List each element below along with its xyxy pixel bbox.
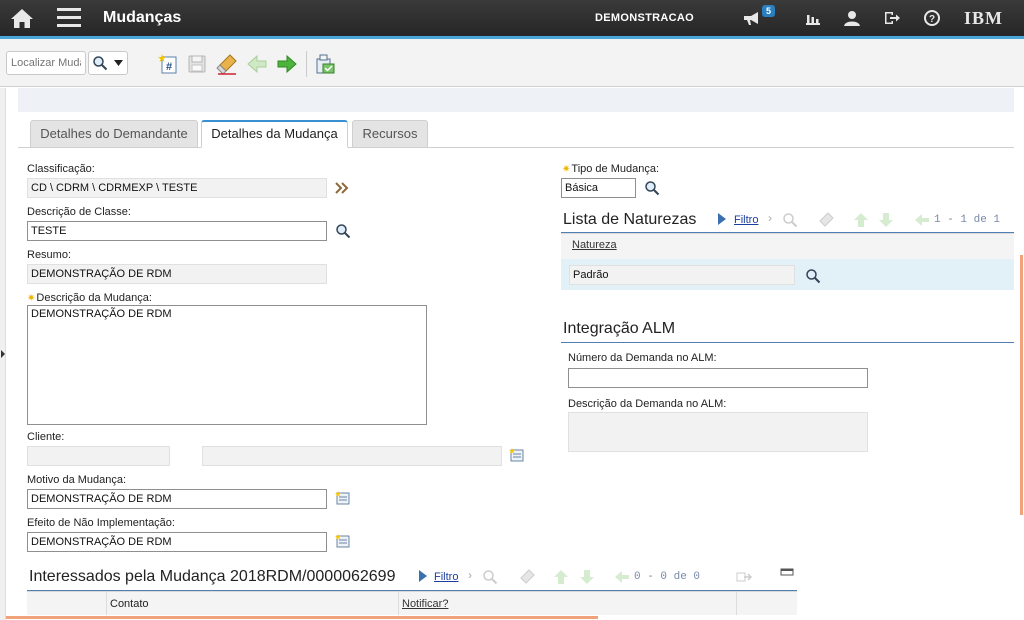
chevron-down-icon bbox=[114, 60, 123, 66]
required-star-icon: ✷ bbox=[27, 293, 36, 304]
tipo-mudanca-field[interactable]: Básica bbox=[561, 178, 636, 198]
motivo-field[interactable]: DEMONSTRAÇÃO DE RDM bbox=[27, 489, 327, 509]
naturezas-filter-link[interactable]: Filtro bbox=[734, 214, 758, 226]
descricao-classe-field[interactable]: TESTE bbox=[27, 221, 327, 241]
top-bar: Mudanças DEMONSTRACAO 5 ? IBM bbox=[0, 0, 1024, 39]
efeito-label: Efeito de Não Implementação: bbox=[27, 517, 175, 529]
horizontal-scroll-indicator[interactable] bbox=[6, 616, 598, 619]
column-divider bbox=[106, 591, 107, 615]
descricao-classe-label: Descrição de Classe: bbox=[27, 206, 131, 218]
svg-text:#: # bbox=[166, 61, 172, 73]
scrollbar-indicator[interactable] bbox=[1020, 255, 1023, 515]
descricao-mudanca-label-text: Descrição da Mudança: bbox=[36, 292, 152, 304]
filter-triangle-icon[interactable] bbox=[417, 569, 429, 583]
double-chevron-right-icon[interactable] bbox=[334, 180, 350, 196]
cliente-field bbox=[27, 446, 170, 466]
descricao-mudanca-label: ✷Descrição da Mudança: bbox=[27, 292, 152, 304]
find-change-input[interactable] bbox=[6, 51, 86, 75]
download-icon[interactable] bbox=[736, 569, 752, 585]
interessados-title: Interessados pela Mudança 2018RDM/000006… bbox=[29, 568, 396, 585]
alm-descricao-label: Descrição da Demanda no ALM: bbox=[568, 398, 727, 410]
notificar-column-header[interactable]: Notificar? bbox=[402, 598, 448, 610]
expand-arrow-icon[interactable] bbox=[1, 350, 5, 358]
alm-descricao-textarea bbox=[568, 412, 868, 452]
new-record-icon[interactable]: # bbox=[157, 53, 179, 75]
tab-bar: Detalhes do Demandante Detalhes da Mudan… bbox=[18, 120, 1014, 148]
previous-page-icon[interactable] bbox=[914, 212, 930, 228]
alm-numero-field[interactable] bbox=[568, 368, 868, 388]
arrow-down-icon[interactable] bbox=[878, 212, 894, 228]
bulletin-megaphone-icon[interactable] bbox=[742, 9, 760, 27]
interessados-filter-link[interactable]: Filtro bbox=[434, 571, 458, 583]
classificacao-field: CD \ CDRM \ CDRMEXP \ TESTE bbox=[27, 178, 327, 198]
record-header-banner bbox=[18, 88, 1014, 112]
arrow-up-icon[interactable] bbox=[853, 212, 869, 228]
toolbar: # bbox=[0, 39, 1024, 87]
ibm-logo: IBM bbox=[964, 8, 1003, 28]
menu-icon[interactable] bbox=[57, 8, 81, 28]
natureza-row-field: Padrão bbox=[569, 265, 795, 285]
apply-template-icon[interactable] bbox=[314, 53, 336, 75]
clear-filter-icon[interactable] bbox=[519, 569, 535, 585]
naturezas-table-header bbox=[561, 233, 1014, 259]
tab-detalhes-mudanca[interactable]: Detalhes da Mudança bbox=[201, 120, 348, 148]
alm-divider bbox=[561, 342, 1014, 343]
descricao-mudanca-textarea[interactable]: DEMONSTRAÇÃO DE RDM bbox=[27, 305, 427, 425]
contato-column-header[interactable]: Contato bbox=[110, 598, 149, 610]
user-name: DEMONSTRACAO bbox=[595, 12, 694, 24]
home-icon[interactable] bbox=[10, 7, 34, 29]
cliente-description-field bbox=[202, 446, 502, 466]
magnifier-lookup-icon[interactable] bbox=[805, 268, 821, 284]
naturezas-title: Lista de Naturezas bbox=[563, 211, 697, 228]
select-value-icon[interactable] bbox=[335, 490, 351, 506]
app-title: Mudanças bbox=[103, 9, 182, 26]
chevron-right-icon[interactable]: › bbox=[768, 211, 772, 225]
filter-triangle-icon[interactable] bbox=[716, 212, 728, 226]
natureza-column-header[interactable]: Natureza bbox=[572, 239, 617, 251]
tipo-mudanca-label-text: Tipo de Mudança: bbox=[571, 163, 660, 175]
user-profile-icon[interactable] bbox=[843, 9, 861, 27]
motivo-label: Motivo da Mudança: bbox=[27, 474, 127, 486]
magnifier-lookup-icon[interactable] bbox=[644, 180, 660, 196]
save-icon[interactable] bbox=[186, 53, 208, 75]
chevron-right-icon[interactable]: › bbox=[468, 568, 472, 582]
alm-title: Integração ALM bbox=[563, 320, 676, 337]
search-disabled-icon[interactable] bbox=[482, 569, 498, 585]
previous-arrow-icon[interactable] bbox=[246, 53, 268, 75]
interessados-pager: 0 - 0 de 0 bbox=[634, 571, 701, 583]
cliente-label: Cliente: bbox=[27, 431, 65, 443]
naturezas-pager: 1 - 1 de 1 bbox=[934, 214, 1001, 226]
svg-text:?: ? bbox=[929, 14, 935, 25]
arrow-down-icon[interactable] bbox=[579, 569, 595, 585]
clear-filter-icon[interactable] bbox=[818, 212, 834, 228]
required-star-icon: ✷ bbox=[562, 164, 571, 175]
search-options-button[interactable] bbox=[88, 51, 128, 75]
search-disabled-icon[interactable] bbox=[782, 212, 798, 228]
classificacao-label: Classificação: bbox=[27, 163, 95, 175]
column-divider bbox=[736, 591, 737, 615]
tipo-mudanca-label: ✷Tipo de Mudança: bbox=[562, 163, 659, 175]
next-arrow-icon[interactable] bbox=[276, 53, 298, 75]
select-value-icon[interactable] bbox=[509, 447, 525, 463]
arrow-up-icon[interactable] bbox=[553, 569, 569, 585]
search-icon bbox=[93, 56, 108, 71]
resumo-label: Resumo: bbox=[27, 249, 72, 261]
notification-badge: 5 bbox=[762, 5, 776, 17]
resumo-field: DEMONSTRAÇÃO DE RDM bbox=[27, 264, 327, 284]
previous-page-icon[interactable] bbox=[614, 569, 630, 585]
alm-numero-label: Número da Demanda no ALM: bbox=[568, 352, 717, 364]
column-divider bbox=[398, 591, 399, 615]
sign-out-icon[interactable] bbox=[883, 9, 901, 27]
efeito-field[interactable]: DEMONSTRAÇÃO DE RDM bbox=[27, 532, 327, 552]
tab-recursos[interactable]: Recursos bbox=[352, 120, 428, 148]
tab-detalhes-demandante[interactable]: Detalhes do Demandante bbox=[30, 120, 198, 148]
select-value-icon[interactable] bbox=[335, 533, 351, 549]
side-collapse-strip[interactable] bbox=[0, 88, 6, 620]
collapse-table-icon[interactable] bbox=[780, 567, 794, 577]
reports-chart-icon[interactable] bbox=[804, 9, 822, 27]
help-icon[interactable]: ? bbox=[923, 9, 941, 27]
magnifier-lookup-icon[interactable] bbox=[335, 223, 351, 239]
toolbar-separator bbox=[306, 51, 307, 77]
clear-changes-icon[interactable] bbox=[216, 53, 238, 75]
